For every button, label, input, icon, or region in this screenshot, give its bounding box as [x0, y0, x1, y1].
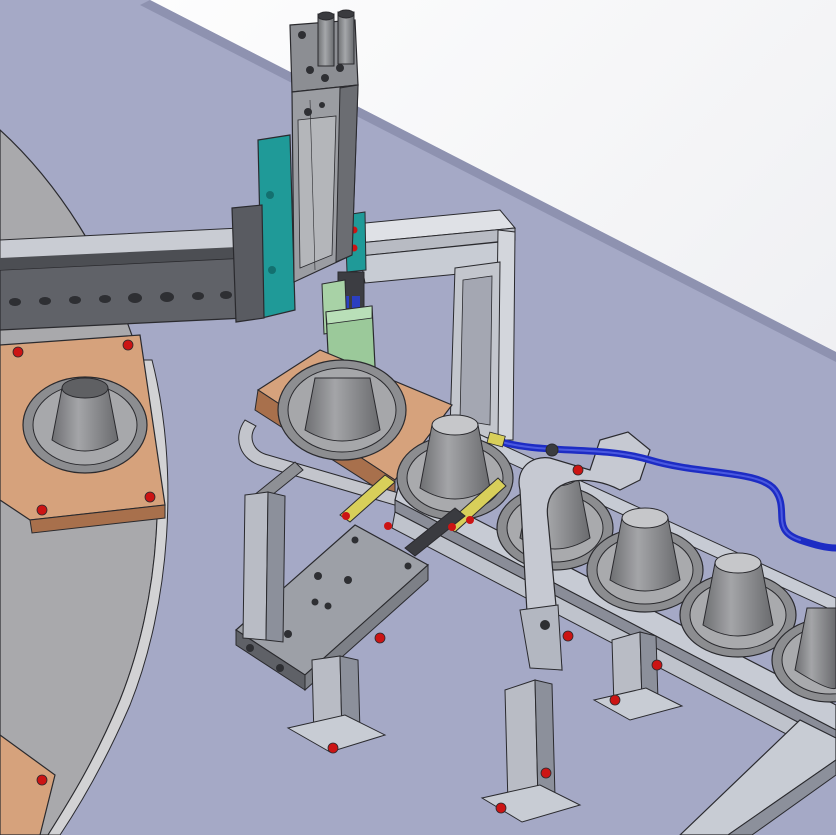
gantry-rail	[0, 227, 246, 331]
bolt-icon	[36, 504, 48, 516]
left-fixture	[0, 334, 166, 534]
bolt-icon	[144, 491, 156, 503]
bolt-icon	[609, 694, 621, 706]
bolt-icon	[384, 522, 392, 530]
bolt-icon	[12, 346, 24, 358]
bolt-icon	[572, 464, 584, 476]
bolt-icon	[495, 802, 507, 814]
bolt-icon	[374, 632, 386, 644]
cad-assembly-view	[0, 0, 836, 835]
bolt-icon	[540, 767, 552, 779]
bolt-icon	[122, 339, 134, 351]
bolt-icon	[36, 774, 48, 786]
bolt-icon	[466, 516, 474, 524]
bolt-icon	[448, 523, 456, 531]
bolt-icon	[342, 512, 350, 520]
bolt-icon	[651, 659, 663, 671]
bolt-icon	[562, 630, 574, 642]
bolt-icon	[327, 742, 339, 754]
